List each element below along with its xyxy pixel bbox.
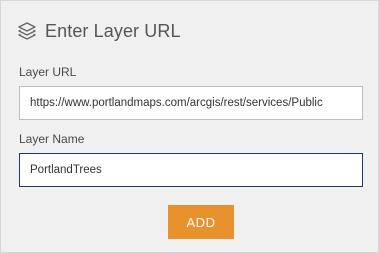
layer-name-input[interactable] [19, 153, 363, 187]
layer-name-label: Layer Name [19, 132, 85, 146]
layer-url-label: Layer URL [19, 65, 77, 79]
panel-title: Enter Layer URL [45, 20, 181, 41]
add-layer-panel: Enter Layer URL Layer URL Layer Name ADD [0, 0, 379, 253]
panel-header: Enter Layer URL [17, 19, 181, 43]
layers-icon [17, 21, 37, 41]
add-button[interactable]: ADD [168, 205, 234, 239]
layer-url-input[interactable] [19, 86, 363, 120]
